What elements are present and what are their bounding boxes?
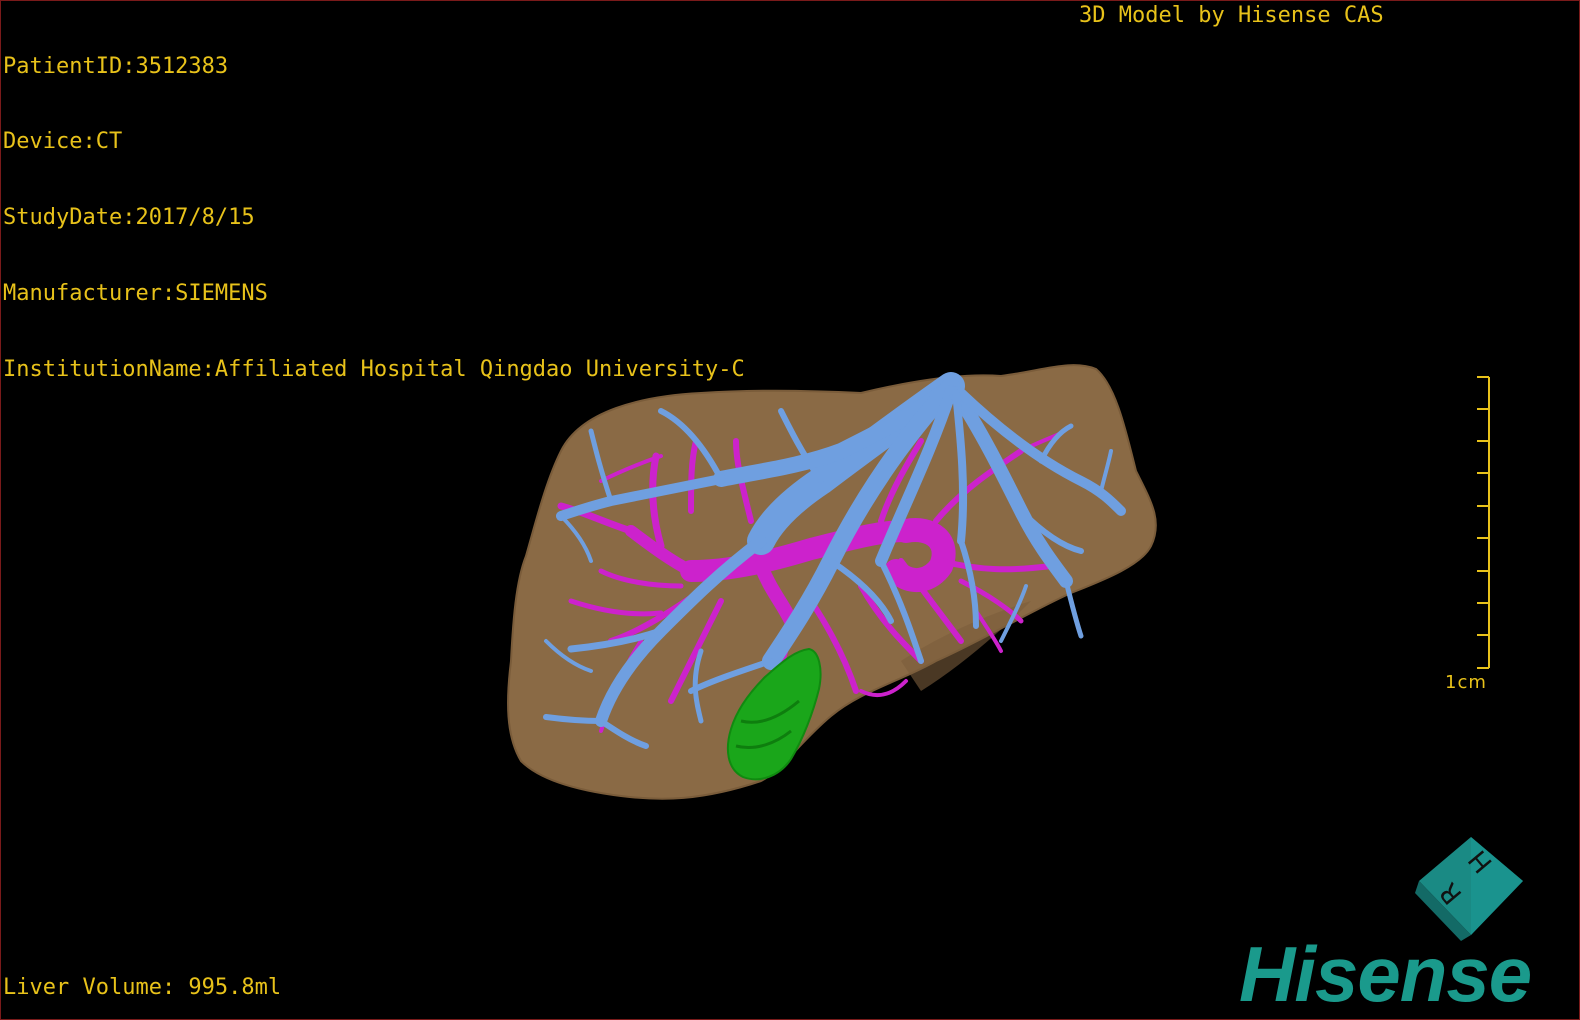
orientation-cube[interactable]: H R — [1415, 837, 1523, 941]
3d-viewport[interactable]: PatientID:3512383 Device:CT StudyDate:20… — [0, 0, 1580, 1020]
hisense-logo: Hisense — [1239, 930, 1532, 1018]
scale-bar-label: 1cm — [1445, 672, 1487, 693]
liver-3d-model[interactable]: H R — [1, 1, 1579, 1019]
scale-bar — [1477, 376, 1490, 669]
liver-volume-text: Liver Volume: 995.8ml — [3, 975, 282, 1000]
